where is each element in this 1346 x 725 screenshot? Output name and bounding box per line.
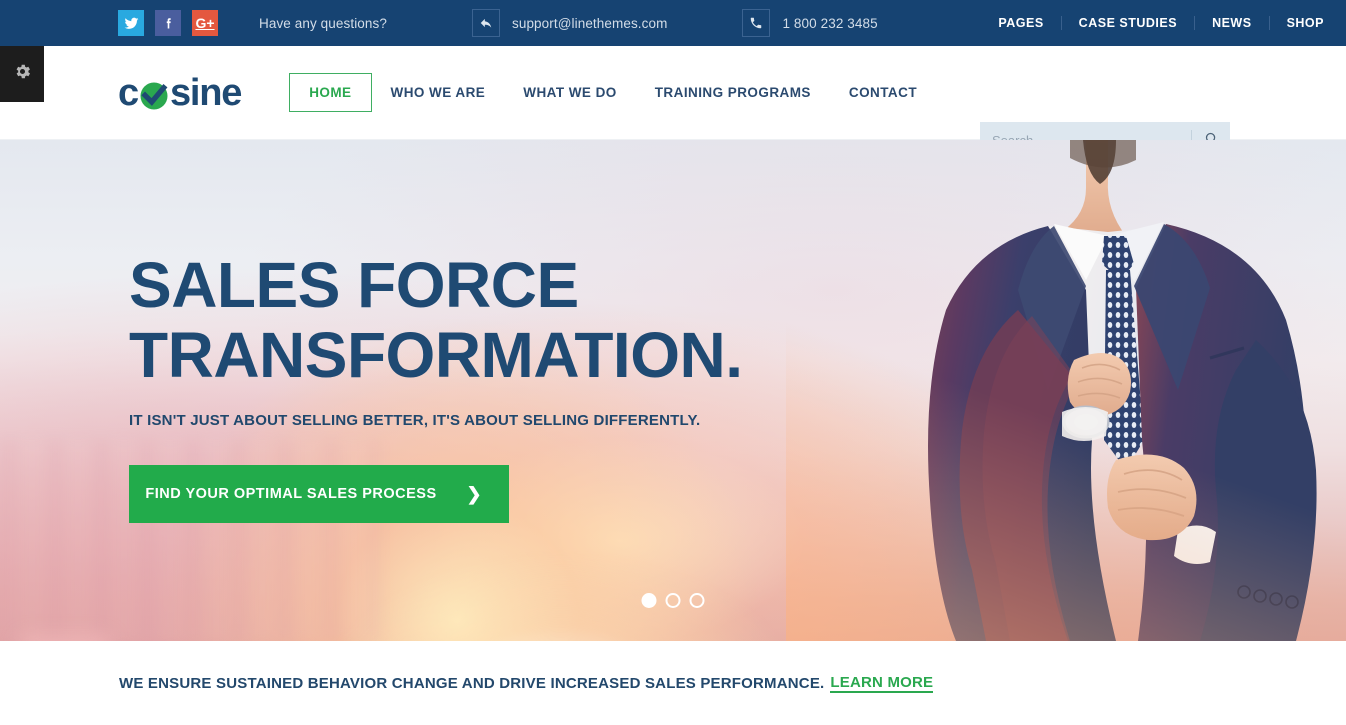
promo-strip: WE ENSURE SUSTAINED BEHAVIOR CHANGE AND … — [0, 641, 1346, 725]
social-links: G+ — [118, 10, 229, 36]
top-nav-item-pages[interactable]: PAGES — [981, 16, 1060, 30]
hero-headline-line1: SALES FORCE — [129, 249, 579, 321]
reply-arrow-icon — [471, 9, 500, 37]
hero-light-glow — [300, 540, 820, 641]
hero-content: SALES FORCE TRANSFORMATION. IT ISN'T JUS… — [129, 250, 769, 523]
slider-dot-2[interactable] — [665, 593, 681, 608]
email-text[interactable]: support@linethemes.com — [512, 16, 667, 31]
businessman-photo — [786, 140, 1346, 641]
main-nav: HOME WHO WE ARE WHAT WE DO TRAINING PROG… — [289, 73, 936, 112]
check-circle-icon — [139, 80, 169, 110]
nav-item-training-programs[interactable]: TRAINING PROGRAMS — [636, 85, 830, 100]
nav-item-who-we-are[interactable]: WHO WE ARE — [372, 85, 505, 100]
gear-icon — [13, 62, 32, 86]
twitter-icon[interactable] — [118, 10, 144, 36]
facebook-icon[interactable] — [155, 10, 181, 36]
hero-slider: SALES FORCE TRANSFORMATION. IT ISN'T JUS… — [0, 140, 1346, 641]
phone-icon — [742, 9, 771, 37]
hero-headline-line2: TRANSFORMATION. — [129, 319, 743, 391]
logo-text-post: sine — [169, 71, 242, 114]
hero-cta-label: FIND YOUR OPTIMAL SALES PROCESS — [145, 486, 437, 502]
google-plus-icon[interactable]: G+ — [192, 10, 218, 36]
chevron-right-icon: ❯ — [466, 483, 482, 504]
questions-text: Have any questions? — [259, 15, 387, 31]
nav-item-what-we-do[interactable]: WHAT WE DO — [504, 85, 635, 100]
slider-pagination — [641, 593, 705, 608]
logo-text-pre: c — [118, 71, 139, 114]
slider-dot-1[interactable] — [641, 593, 657, 608]
promo-text: WE ENSURE SUSTAINED BEHAVIOR CHANGE AND … — [119, 674, 825, 692]
learn-more-link[interactable]: LEARN MORE — [830, 674, 934, 693]
top-bar: G+ Have any questions? support@linetheme… — [0, 0, 1346, 46]
questions-block: Have any questions? — [259, 16, 387, 31]
hero-headline: SALES FORCE TRANSFORMATION. — [129, 250, 769, 390]
nav-item-contact[interactable]: CONTACT — [830, 85, 936, 100]
bokeh-light — [20, 635, 110, 641]
site-logo[interactable]: c sine — [118, 71, 242, 114]
hero-cta-button[interactable]: FIND YOUR OPTIMAL SALES PROCESS ❯ — [129, 465, 509, 523]
settings-panel-toggle[interactable] — [0, 46, 44, 102]
top-nav-item-case-studies[interactable]: CASE STUDIES — [1060, 16, 1194, 30]
top-nav: PAGES CASE STUDIES NEWS SHOP — [981, 0, 1346, 46]
phone-block[interactable]: 1 800 232 3485 — [742, 9, 878, 37]
nav-item-home[interactable]: HOME — [289, 73, 372, 112]
email-block[interactable]: support@linethemes.com — [471, 9, 667, 37]
top-nav-item-shop[interactable]: SHOP — [1268, 16, 1346, 30]
phone-text[interactable]: 1 800 232 3485 — [782, 16, 877, 31]
top-nav-item-news[interactable]: NEWS — [1194, 16, 1269, 30]
hero-subtitle: IT ISN'T JUST ABOUT SELLING BETTER, IT'S… — [129, 412, 701, 429]
site-header: c sine HOME WHO WE ARE WHAT WE DO TRAINI… — [0, 46, 1346, 158]
slider-dot-3[interactable] — [689, 593, 705, 608]
